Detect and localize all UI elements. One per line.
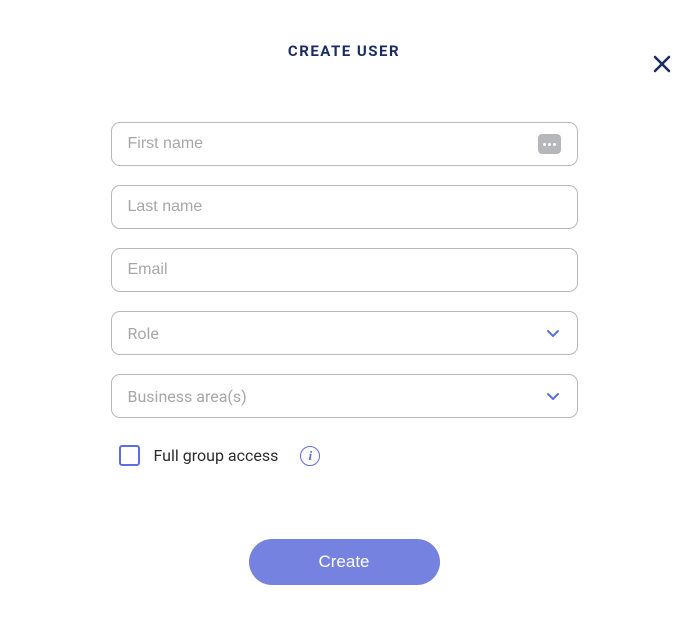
email-field-wrapper	[111, 248, 578, 292]
business-areas-select[interactable]: Business area(s)	[111, 374, 578, 418]
chevron-down-icon	[545, 325, 561, 341]
create-button[interactable]: Create	[249, 539, 440, 585]
full-group-access-row: Full group access i	[119, 445, 578, 466]
role-select[interactable]: Role	[111, 311, 578, 355]
first-name-input[interactable]	[128, 135, 538, 153]
info-icon[interactable]: i	[300, 446, 320, 466]
first-name-field-wrapper	[111, 122, 578, 166]
full-group-access-label: Full group access	[154, 446, 279, 465]
last-name-field-wrapper	[111, 185, 578, 229]
autofill-icon[interactable]	[538, 134, 561, 154]
last-name-input[interactable]	[128, 198, 561, 216]
close-icon	[652, 54, 672, 74]
email-input[interactable]	[128, 261, 561, 279]
close-button[interactable]	[650, 52, 674, 76]
chevron-down-icon	[545, 388, 561, 404]
full-group-access-checkbox[interactable]	[119, 445, 140, 466]
modal-title: CREATE USER	[0, 42, 688, 60]
create-user-form: Role Business area(s) Full group access …	[111, 122, 578, 585]
role-placeholder: Role	[128, 324, 545, 343]
business-areas-placeholder: Business area(s)	[128, 387, 545, 406]
